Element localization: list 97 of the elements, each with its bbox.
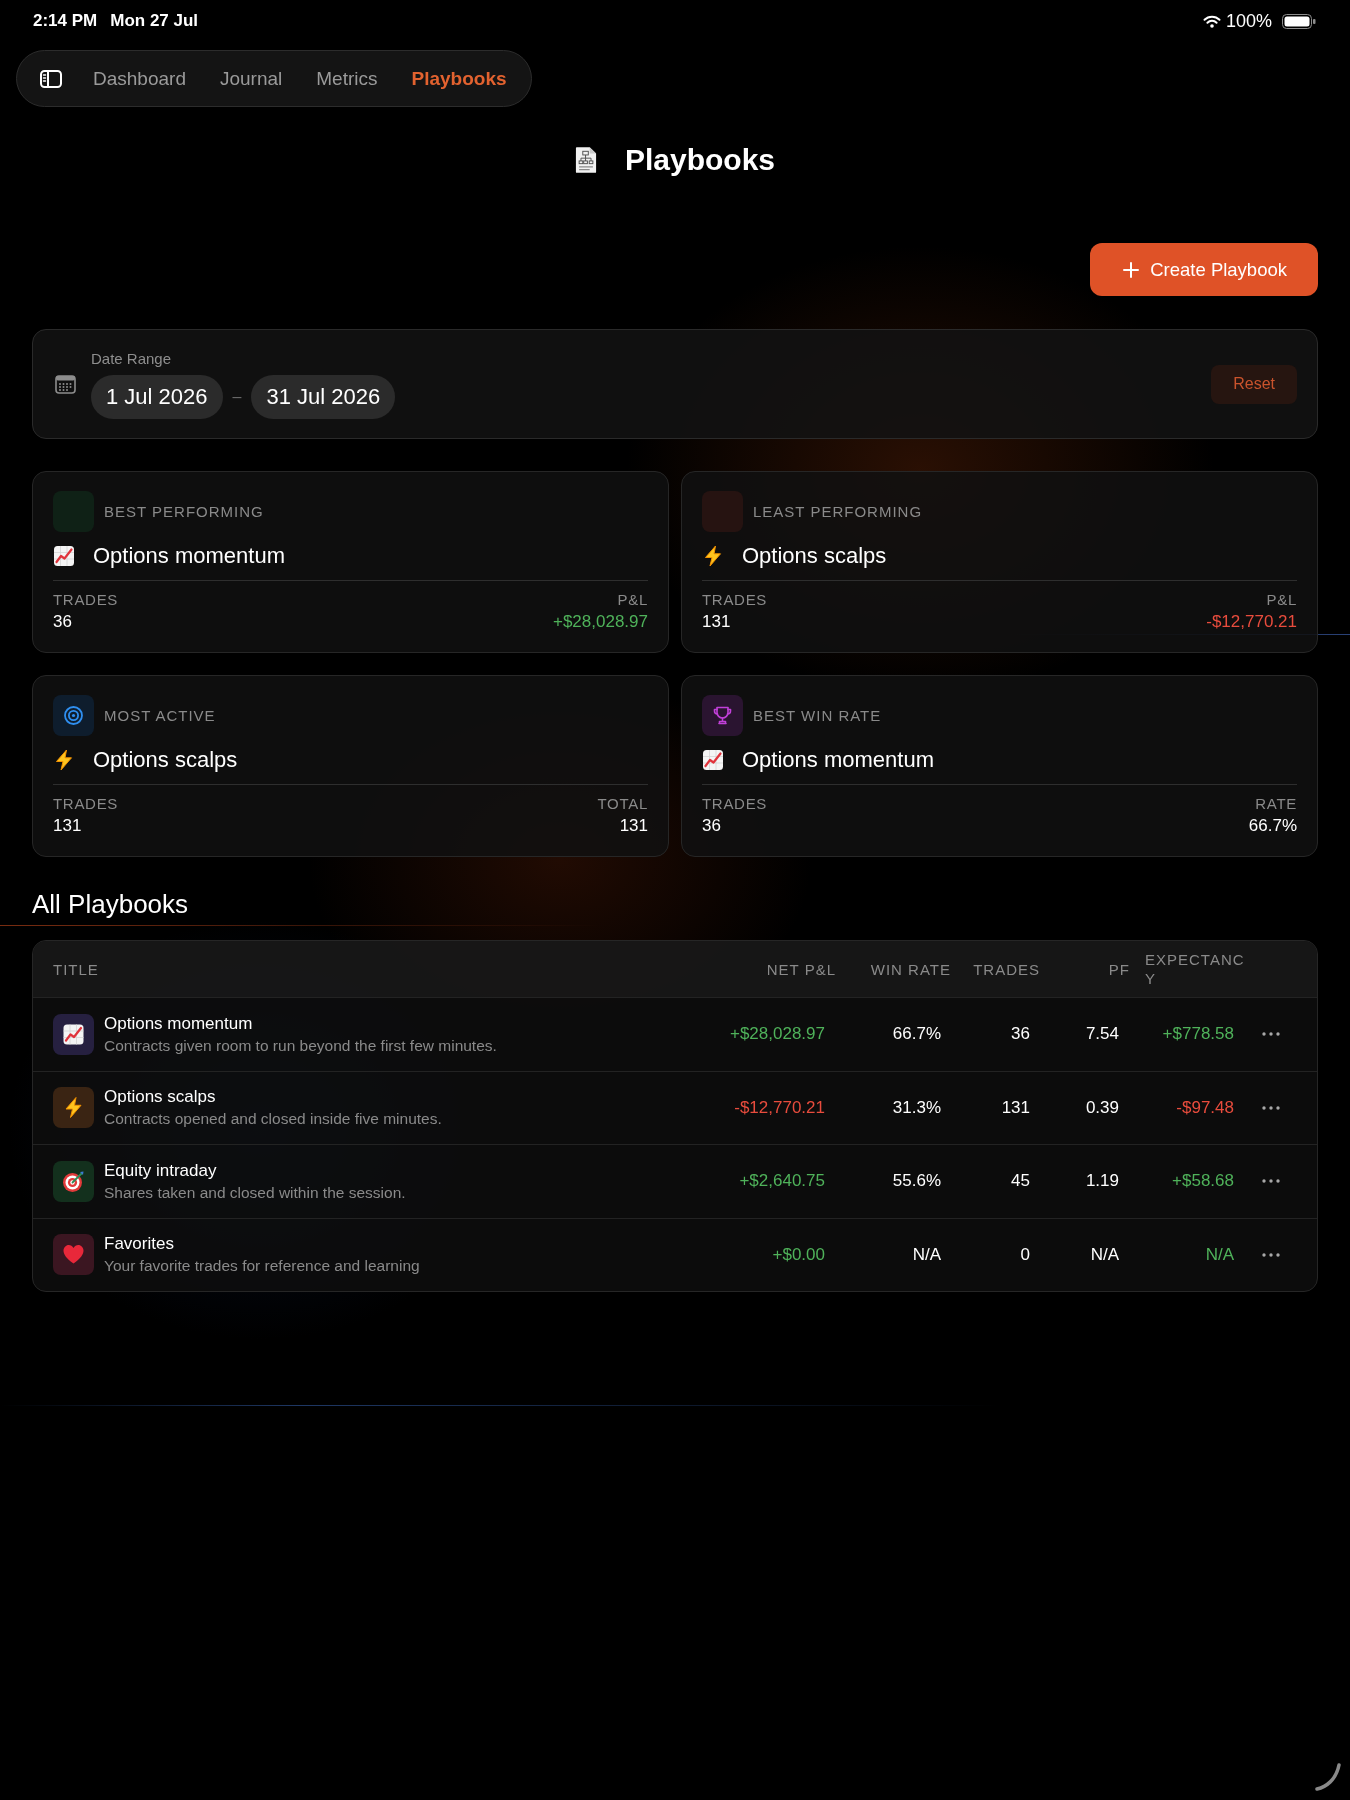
stat-label: TRADES — [702, 591, 768, 609]
stat-card[interactable]: BEST WIN RATE Options momentum TRADES 36 RATE 66.7% — [681, 675, 1318, 857]
table-cell: 0 — [1020, 1244, 1030, 1265]
status-date: Mon 27 Jul — [110, 11, 199, 31]
page-title: Playbooks — [624, 143, 776, 177]
table-cell: N/A — [912, 1244, 941, 1265]
table-cell: +$28,028.97 — [730, 1024, 825, 1045]
table-cell: -$12,770.21 — [734, 1097, 825, 1118]
playbook-name[interactable]: Options scalps — [104, 1087, 216, 1108]
playbook-name: Options momentum — [742, 748, 934, 772]
playbook-description: Shares taken and closed within the session. — [104, 1183, 406, 1202]
nav-tab[interactable]: Dashboard — [93, 63, 186, 94]
nav-tab[interactable]: Playbooks — [411, 63, 507, 94]
table-cell: 45 — [1011, 1171, 1030, 1192]
stat-card[interactable]: BEST PERFORMING Options momentum TRADES 36 P&L +$28,028.97 — [32, 471, 669, 653]
table-cell: 7.54 — [1085, 1024, 1119, 1045]
stat-value: +$28,028.97 — [553, 613, 648, 631]
card-label: MOST ACTIVE — [104, 707, 216, 724]
table-cell: 55.6% — [892, 1171, 941, 1192]
table-cell: N/A — [1205, 1244, 1234, 1265]
range-separator: – — [232, 387, 242, 406]
stat-value: 131 — [53, 817, 82, 835]
more-icon[interactable] — [1262, 1105, 1280, 1110]
table-cell: +$778.58 — [1162, 1024, 1234, 1045]
column-header[interactable]: EXPECTANCY — [1145, 950, 1249, 988]
stat-card[interactable]: LEAST PERFORMING Options scalps TRADES 131 P&L -$12,770.21 — [681, 471, 1318, 653]
column-header[interactable]: NET P&L — [766, 959, 836, 979]
column-header[interactable]: TITLE — [53, 959, 99, 979]
curve-icon — [1314, 1762, 1342, 1792]
column-header[interactable]: PF — [1108, 959, 1130, 979]
playbook-name: Options momentum — [93, 544, 285, 568]
stat-label: RATE — [1255, 795, 1297, 813]
stat-label: TRADES — [53, 795, 119, 813]
table-cell: 66.7% — [892, 1024, 941, 1045]
plus-icon — [1123, 261, 1140, 278]
table-cell: +$2,640.75 — [739, 1171, 825, 1192]
playbook-name: Options scalps — [93, 748, 238, 772]
more-icon[interactable] — [1262, 1032, 1280, 1037]
table-cell: 31.3% — [892, 1097, 941, 1118]
document-icon — [574, 146, 597, 174]
date-range-label: Date Range — [91, 349, 172, 368]
table-cell: 0.39 — [1085, 1097, 1119, 1118]
trophy-icon — [702, 695, 743, 736]
nav-tab[interactable]: Metrics — [316, 63, 378, 94]
start-date-field[interactable]: 1 Jul 2026 — [91, 374, 223, 419]
playbook-name[interactable]: Options momentum — [104, 1013, 253, 1034]
playbook-name[interactable]: Equity intraday — [104, 1160, 217, 1181]
column-header[interactable]: WIN RATE — [870, 959, 951, 979]
table-cell: N/A — [1090, 1244, 1119, 1265]
table-cell: 36 — [1011, 1024, 1030, 1045]
playbook-name[interactable]: Favorites — [104, 1234, 174, 1255]
table-cell: 131 — [1001, 1097, 1030, 1118]
sidebar-icon[interactable] — [40, 69, 62, 88]
table-cell: -$97.48 — [1176, 1097, 1234, 1118]
lightning-icon — [53, 1087, 94, 1129]
chart-up-icon — [53, 545, 75, 567]
nav-tab[interactable]: Journal — [219, 63, 283, 94]
section-heading: All Playbooks — [32, 890, 189, 918]
playbook-description: Contracts opened and closed inside five minutes. — [104, 1110, 442, 1129]
stat-value: 66.7% — [1248, 817, 1297, 835]
status-time: 2:14 PM — [33, 11, 98, 31]
more-icon[interactable] — [1262, 1179, 1280, 1184]
stat-label: TRADES — [53, 591, 119, 609]
rings-icon — [53, 695, 94, 736]
playbook-description: Your favorite trades for reference and learning — [104, 1257, 420, 1276]
battery-icon — [1282, 13, 1316, 29]
stat-label: P&L — [1266, 591, 1297, 609]
card-label: BEST WIN RATE — [753, 707, 882, 724]
chart-up-icon — [702, 749, 724, 771]
stat-card[interactable]: MOST ACTIVE Options scalps TRADES 131 TOTAL 131 — [32, 675, 669, 857]
more-icon[interactable] — [1262, 1252, 1280, 1257]
calendar-icon[interactable] — [55, 374, 76, 394]
battery-percentage: 100% — [1225, 10, 1272, 32]
stat-label: TOTAL — [597, 795, 648, 813]
end-date-field[interactable]: 31 Jul 2026 — [251, 374, 396, 419]
playbook-description: Contracts given room to run beyond the first few minutes. — [104, 1036, 497, 1055]
card-label: LEAST PERFORMING — [753, 503, 923, 520]
stat-value: 131 — [702, 613, 731, 631]
table-cell: 1.19 — [1085, 1171, 1119, 1192]
lightning-icon — [702, 545, 724, 567]
wifi-icon — [1202, 14, 1221, 28]
stat-value: 36 — [702, 817, 721, 835]
dart-target-icon — [53, 1160, 94, 1202]
playbook-name: Options scalps — [742, 544, 887, 568]
table-cell: +$0.00 — [772, 1244, 825, 1265]
stat-label: TRADES — [702, 795, 768, 813]
stat-value: 131 — [619, 817, 648, 835]
create-playbook-button[interactable]: Create Playbook — [1090, 243, 1318, 296]
column-header[interactable]: TRADES — [973, 959, 1040, 979]
stat-label: P&L — [617, 591, 648, 609]
chart-up-icon — [53, 1013, 94, 1055]
card-label: BEST PERFORMING — [104, 503, 264, 520]
table-cell: +$58.68 — [1172, 1171, 1234, 1192]
lightning-icon — [53, 749, 75, 771]
stat-value: 36 — [53, 613, 72, 631]
stat-value: -$12,770.21 — [1206, 613, 1297, 631]
reset-button[interactable]: Reset — [1211, 364, 1297, 404]
